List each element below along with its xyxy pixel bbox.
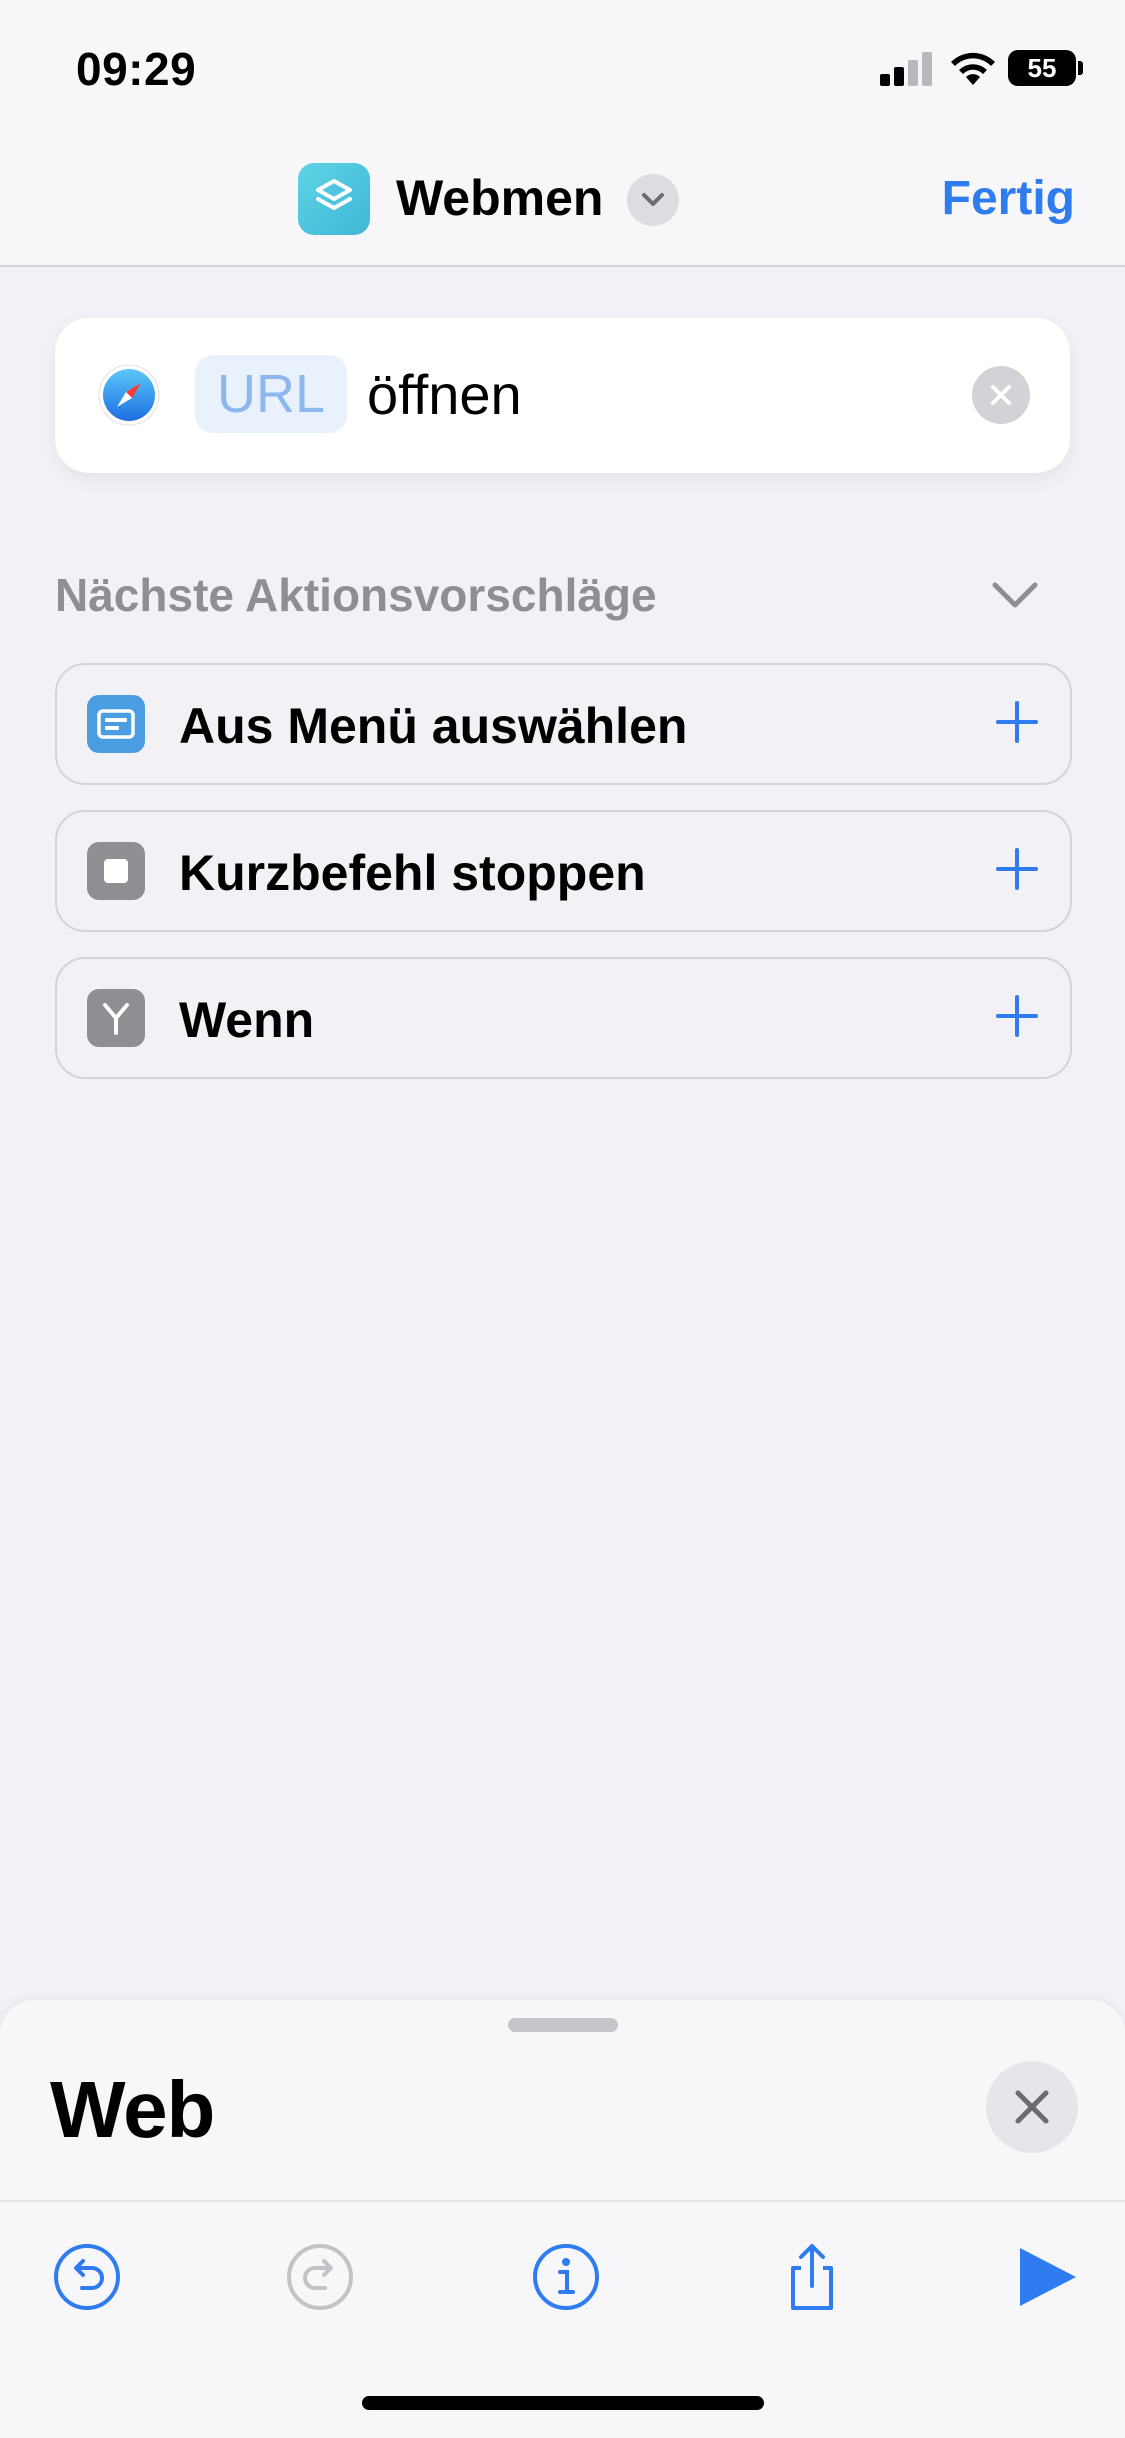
action-card-open-url[interactable]: URL öffnen bbox=[55, 318, 1070, 473]
redo-icon[interactable] bbox=[283, 2240, 357, 2314]
status-bar: 09:29 55 bbox=[0, 0, 1125, 135]
battery-tip bbox=[1078, 61, 1083, 75]
close-icon[interactable] bbox=[986, 2061, 1078, 2153]
shortcut-app-icon[interactable] bbox=[298, 163, 370, 235]
status-time: 09:29 bbox=[76, 43, 197, 95]
plus-icon[interactable] bbox=[994, 846, 1040, 892]
info-icon[interactable] bbox=[529, 2240, 603, 2314]
sheet-grabber-handle[interactable] bbox=[508, 2018, 618, 2032]
collapse-chevron-icon[interactable] bbox=[990, 578, 1040, 612]
sheet-title: Web bbox=[50, 2065, 215, 2154]
suggestion-label: Aus Menü auswählen bbox=[179, 698, 688, 754]
url-token[interactable]: URL bbox=[195, 355, 348, 433]
safari-icon bbox=[98, 364, 160, 426]
action-label: öffnen bbox=[367, 363, 522, 426]
remove-action-icon[interactable] bbox=[972, 366, 1030, 424]
undo-icon[interactable] bbox=[50, 2240, 124, 2314]
suggestion-label: Wenn bbox=[179, 992, 315, 1048]
home-indicator[interactable] bbox=[362, 2396, 764, 2410]
share-icon[interactable] bbox=[775, 2240, 849, 2314]
suggestion-stop-shortcut[interactable]: Kurzbefehl stoppen bbox=[55, 810, 1072, 932]
plus-icon[interactable] bbox=[994, 993, 1040, 1039]
shortcut-title[interactable]: Webmen bbox=[396, 169, 603, 227]
branch-icon bbox=[87, 989, 145, 1047]
suggestion-label: Kurzbefehl stoppen bbox=[179, 845, 646, 901]
wifi-icon bbox=[951, 52, 995, 85]
menu-icon bbox=[87, 695, 145, 753]
nav-bar: Webmen Fertig bbox=[0, 135, 1125, 267]
battery-icon: 55 bbox=[1008, 50, 1076, 86]
done-button[interactable]: Fertig bbox=[942, 171, 1075, 226]
suggestion-choose-from-menu[interactable]: Aus Menü auswählen bbox=[55, 663, 1072, 785]
stop-icon bbox=[87, 842, 145, 900]
bottom-sheet: Web bbox=[0, 2000, 1125, 2438]
suggestions-header: Nächste Aktionsvorschläge bbox=[55, 569, 657, 621]
play-icon[interactable] bbox=[1010, 2240, 1084, 2314]
suggestion-if[interactable]: Wenn bbox=[55, 957, 1072, 1079]
title-menu-chevron-icon[interactable] bbox=[627, 174, 679, 226]
cellular-signal-icon bbox=[880, 52, 934, 86]
plus-icon[interactable] bbox=[994, 699, 1040, 745]
